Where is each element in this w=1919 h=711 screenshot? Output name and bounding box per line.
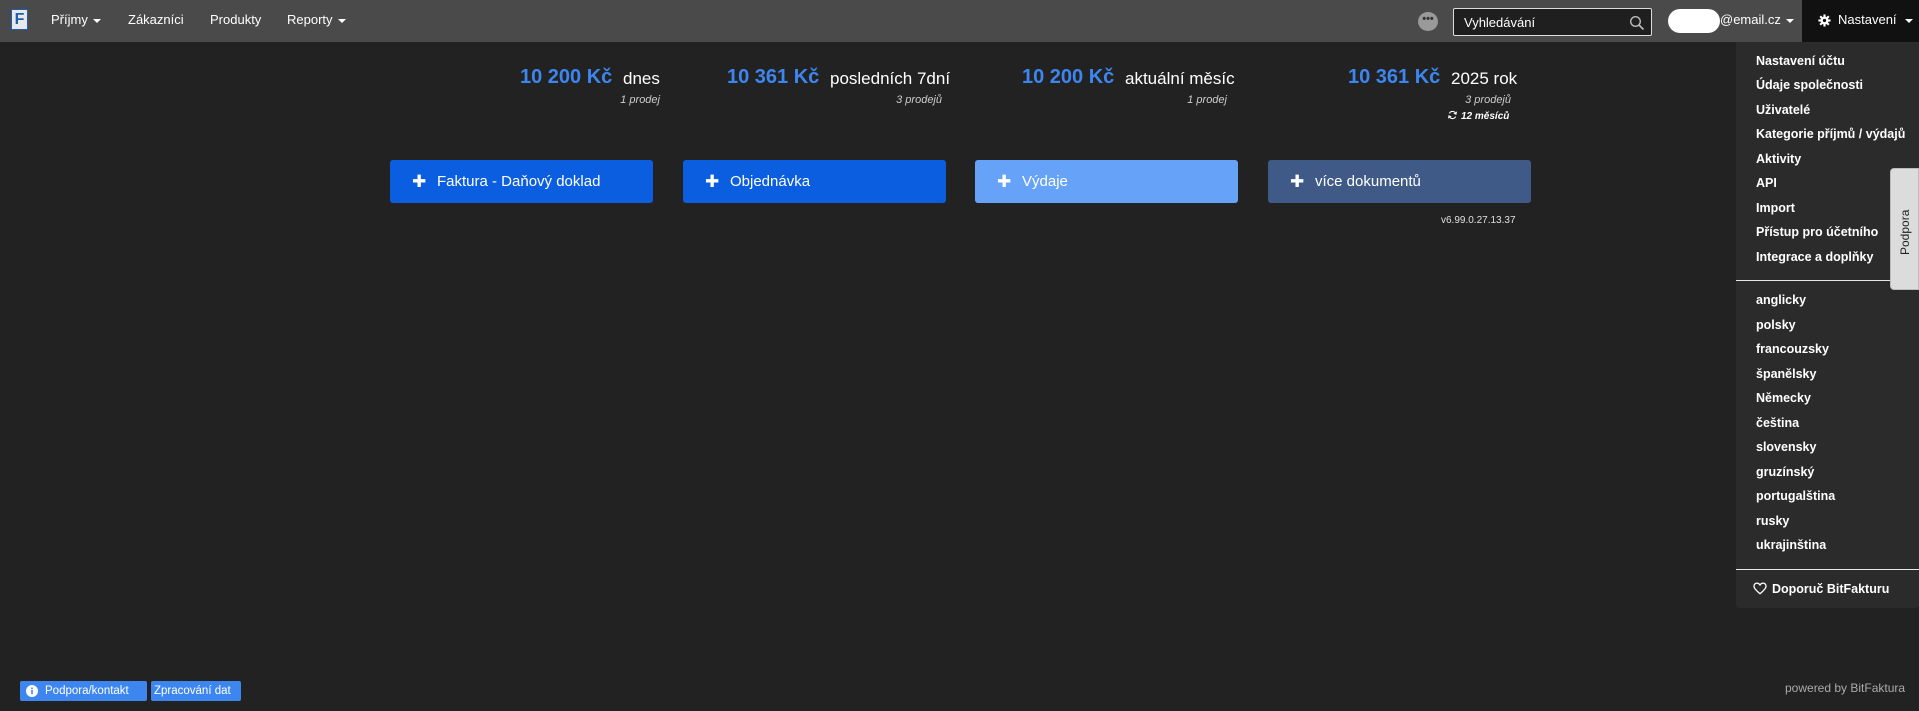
stat-sub: 3 prodejů [896, 94, 942, 106]
caret-down-icon [337, 18, 346, 23]
dropdown-divider [1736, 569, 1919, 570]
action-label: Faktura - Daňový doklad [437, 173, 601, 190]
search-icon[interactable] [1629, 15, 1645, 31]
caret-down-icon [1905, 19, 1913, 23]
dropdown-item-account-settings[interactable]: Nastavení účtu [1756, 50, 1845, 72]
nav-item-produkty[interactable]: Produkty [210, 0, 261, 42]
gear-icon [1818, 14, 1831, 27]
stat-last-7-days: 10 361 Kč posledních 7dní 3 prodejů [712, 66, 950, 126]
refresh-icon [1448, 110, 1457, 120]
data-processing-label: Zpracování dat [154, 685, 231, 697]
stat-period-label: 12 měsíců [1461, 111, 1510, 122]
dropdown-item-users[interactable]: Uživatelé [1756, 99, 1810, 121]
more-documents-button[interactable]: ✚ více dokumentů [1268, 160, 1531, 203]
nav-item-label: Reporty [287, 12, 333, 27]
nav-item-label: Zákazníci [128, 12, 184, 27]
dropdown-item-accountant-access[interactable]: Přístup pro účetního [1756, 221, 1878, 243]
dropdown-item-api[interactable]: API [1756, 172, 1777, 194]
info-icon [26, 685, 38, 697]
dropdown-item-activities[interactable]: Aktivity [1756, 148, 1801, 170]
stat-sub: 3 prodejů [1465, 94, 1511, 106]
language-slovak[interactable]: slovensky [1756, 436, 1816, 458]
stat-sub: 1 prodej [1187, 94, 1227, 106]
dropdown-item-integrations[interactable]: Integrace a doplňky [1756, 246, 1873, 268]
language-spanish[interactable]: španělsky [1756, 363, 1816, 385]
user-menu[interactable]: @email.cz [1720, 0, 1794, 42]
new-expense-button[interactable]: ✚ Výdaje [975, 160, 1238, 203]
stat-period-toggle[interactable]: 12 měsíců [1447, 110, 1509, 122]
language-georgian[interactable]: gruzínský [1756, 461, 1814, 483]
action-label: Objednávka [730, 173, 811, 190]
user-email-label: @email.cz [1720, 12, 1781, 27]
stat-label: dnes [623, 69, 660, 88]
support-side-tab[interactable]: Podpora [1890, 168, 1919, 290]
language-czech[interactable]: čeština [1756, 412, 1799, 434]
stat-current-month: 10 200 Kč aktuální měsíc 1 prodej [1007, 66, 1235, 126]
support-contact-button[interactable]: Podpora/kontakt [20, 681, 147, 701]
language-polish[interactable]: polsky [1756, 314, 1796, 336]
recommend-bitfaktura-link[interactable]: Doporuč BitFakturu [1772, 578, 1889, 600]
dropdown-item-categories[interactable]: Kategorie příjmů / výdajů [1756, 123, 1905, 145]
language-french[interactable]: francouzsky [1756, 338, 1829, 360]
powered-by-text: powered by BitFaktura [1785, 681, 1906, 695]
app-version: v6.99.0.27.13.37 [1441, 215, 1516, 226]
settings-label: Nastavení [1838, 12, 1897, 27]
search-input[interactable] [1455, 10, 1625, 34]
stat-label: aktuální měsíc [1125, 69, 1235, 88]
language-russian[interactable]: rusky [1756, 510, 1789, 532]
language-english[interactable]: anglicky [1756, 289, 1806, 311]
language-ukrainian[interactable]: ukrajinština [1756, 534, 1826, 556]
stat-amount: 10 200 Kč [520, 66, 613, 88]
data-processing-button[interactable]: Zpracování dat [151, 681, 241, 701]
dropdown-item-import[interactable]: Import [1756, 197, 1795, 219]
plus-icon: ✚ [1290, 172, 1305, 191]
plus-icon: ✚ [705, 172, 720, 191]
top-navbar: F Příjmy Zákazníci Produkty Reporty ••• … [0, 0, 1919, 42]
stat-sub: 1 prodej [620, 94, 660, 106]
stat-amount: 10 361 Kč [727, 66, 820, 88]
more-options-button[interactable]: ••• [1418, 12, 1438, 31]
support-tab-label: Podpora [1898, 209, 1912, 255]
stat-label: 2025 rok [1451, 69, 1518, 88]
new-order-button[interactable]: ✚ Objednávka [683, 160, 946, 203]
stat-amount: 10 361 Kč [1348, 66, 1441, 88]
plus-icon: ✚ [412, 172, 427, 191]
stat-today: 10 200 Kč dnes 1 prodej [505, 66, 660, 126]
nav-item-label: Příjmy [51, 12, 88, 27]
caret-down-icon [1785, 18, 1794, 23]
action-label: více dokumentů [1315, 173, 1421, 190]
nav-item-zakaznici[interactable]: Zákazníci [128, 0, 184, 42]
action-label: Výdaje [1022, 173, 1068, 190]
stat-year: 10 361 Kč 2025 rok 3 prodejů 12 měsíců [1333, 66, 1517, 126]
search-box [1453, 8, 1652, 36]
support-contact-label: Podpora/kontakt [45, 685, 129, 697]
caret-down-icon [92, 18, 101, 23]
nav-item-prijmy[interactable]: Příjmy [51, 0, 101, 42]
settings-dropdown: Nastavení účtu Údaje společnosti Uživate… [1736, 42, 1919, 608]
dropdown-item-company-details[interactable]: Údaje společnosti [1756, 74, 1863, 96]
user-avatar-redacted[interactable] [1668, 9, 1720, 33]
settings-menu-button[interactable]: Nastavení [1802, 0, 1919, 42]
stat-label: posledních 7dní [830, 69, 951, 88]
heart-icon [1753, 582, 1767, 595]
stat-amount: 10 200 Kč [1022, 66, 1115, 88]
language-german[interactable]: Německy [1756, 387, 1811, 409]
nav-item-reporty[interactable]: Reporty [287, 0, 346, 42]
plus-icon: ✚ [997, 172, 1012, 191]
nav-item-label: Produkty [210, 12, 262, 27]
app-logo[interactable]: F [11, 9, 28, 30]
language-portuguese[interactable]: portugalština [1756, 485, 1835, 507]
new-invoice-button[interactable]: ✚ Faktura - Daňový doklad [390, 160, 653, 203]
